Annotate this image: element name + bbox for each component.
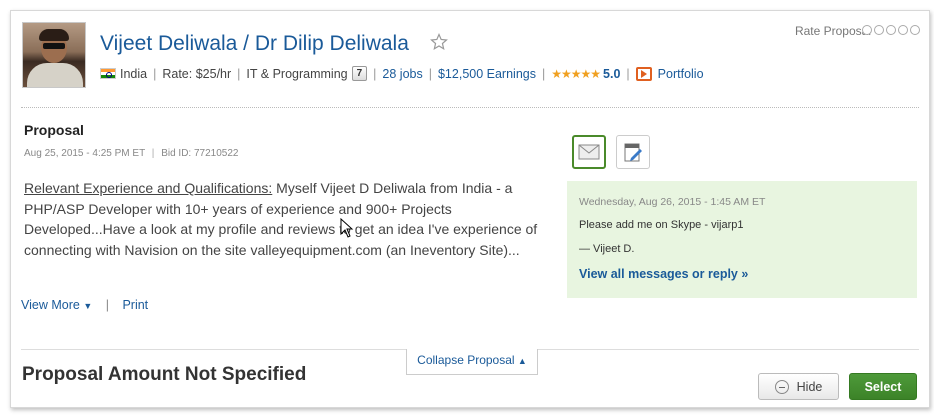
freelancer-meta: India | Rate: $25/hr | IT & Programming …: [100, 66, 704, 81]
minus-circle-icon: [774, 379, 789, 394]
chevron-down-icon: ▼: [83, 301, 93, 311]
rating-value: 5.0: [603, 66, 621, 81]
earnings-link[interactable]: $12,500 Earnings: [438, 67, 536, 81]
favorite-star-icon[interactable]: [430, 33, 448, 51]
select-button[interactable]: Select: [849, 373, 917, 400]
notepad-edit-icon: [624, 143, 642, 162]
rate-proposal-circles[interactable]: [862, 25, 920, 35]
proposal-heading: Proposal: [24, 122, 84, 138]
rating-stars-icon: ★★★★★: [551, 66, 601, 81]
hide-button[interactable]: Hide: [758, 373, 839, 400]
collapse-proposal-button[interactable]: Collapse Proposal ▲: [406, 349, 538, 375]
proposal-actions: View More ▼ | Print: [21, 298, 149, 312]
portfolio-link[interactable]: Portfolio: [658, 67, 704, 81]
india-flag-icon: [100, 68, 116, 79]
view-messages-link[interactable]: View all messages or reply »: [579, 267, 748, 281]
category-count-badge[interactable]: 7: [351, 66, 368, 81]
header-divider: [21, 107, 919, 108]
jobs-link[interactable]: 28 jobs: [382, 67, 422, 81]
proposal-body-heading: Relevant Experience and Qualifications:: [24, 180, 273, 196]
mouse-cursor-icon: [340, 218, 354, 238]
avatar[interactable]: [22, 22, 86, 88]
hourly-rate: Rate: $25/hr: [162, 66, 232, 81]
rate-circle-icon[interactable]: [874, 25, 884, 35]
message-preview: Wednesday, Aug 26, 2015 - 1:45 AM ET Ple…: [567, 181, 917, 298]
rate-circle-icon[interactable]: [886, 25, 896, 35]
category: IT & Programming: [246, 66, 348, 81]
rate-circle-icon[interactable]: [910, 25, 920, 35]
message-text: Please add me on Skype - vijarp1: [579, 219, 744, 231]
rate-circle-icon[interactable]: [862, 25, 872, 35]
chevron-up-icon: ▲: [517, 356, 527, 366]
notes-button[interactable]: [616, 135, 650, 169]
message-date: Wednesday, Aug 26, 2015 - 1:45 AM ET: [579, 196, 766, 208]
proposal-meta: Aug 25, 2015 - 4:25 PM ET | Bid ID: 7721…: [24, 148, 239, 159]
message-button[interactable]: [572, 135, 606, 169]
proposal-body: Relevant Experience and Qualifications: …: [24, 178, 544, 260]
proposal-card: Vijeet Deliwala / Dr Dilip Deliwala Rate…: [10, 10, 930, 408]
portfolio-icon[interactable]: [635, 66, 652, 81]
rate-proposal-label: Rate Proposal: [794, 24, 871, 38]
envelope-icon: [578, 144, 600, 160]
bid-id: Bid ID: 77210522: [161, 148, 239, 159]
print-link[interactable]: Print: [122, 298, 148, 312]
freelancer-name[interactable]: Vijeet Deliwala / Dr Dilip Deliwala: [100, 32, 409, 56]
view-more-link[interactable]: View More ▼: [21, 298, 92, 312]
proposal-date: Aug 25, 2015 - 4:25 PM ET: [24, 148, 146, 159]
message-signature: — Vijeet D.: [579, 243, 635, 255]
country: India: [120, 66, 148, 81]
proposal-amount: Proposal Amount Not Specified: [22, 364, 307, 385]
rate-circle-icon[interactable]: [898, 25, 908, 35]
